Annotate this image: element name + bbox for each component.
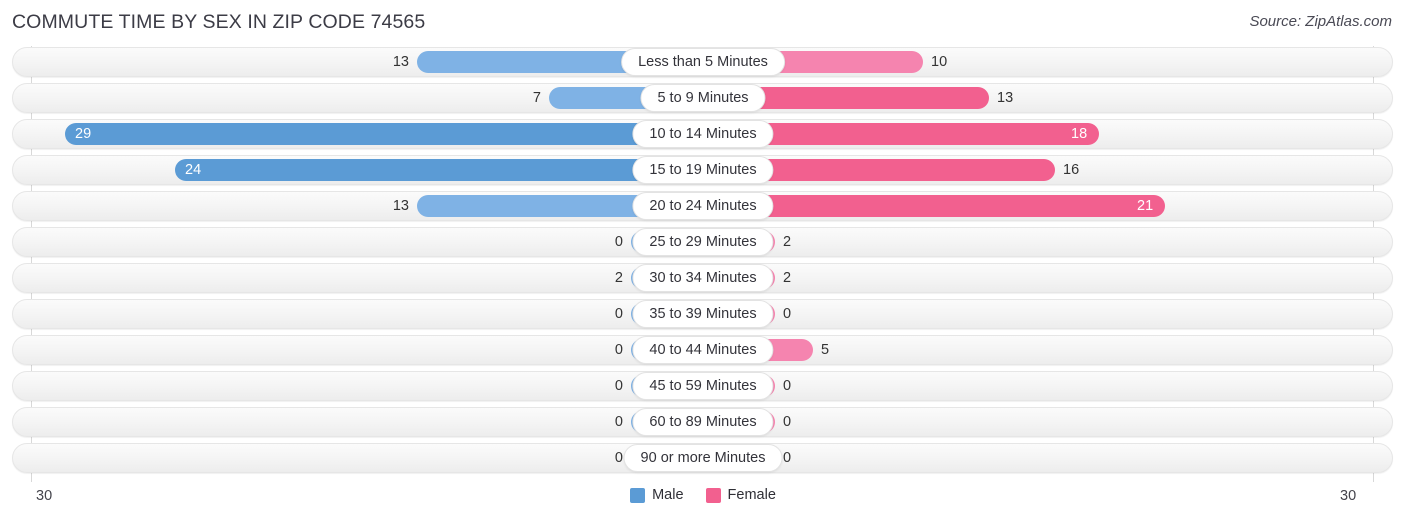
category-pill[interactable]: 30 to 34 Minutes	[632, 264, 774, 292]
bar-row: 0 0 90 or more Minutes	[0, 440, 1406, 476]
female-value-label: 13	[997, 90, 1014, 106]
page-title: COMMUTE TIME BY SEX IN ZIP CODE 74565	[12, 11, 426, 33]
legend-item[interactable]: Female	[705, 487, 776, 503]
female-value-label: 21	[1137, 198, 1154, 214]
chart-legend: Male Female	[0, 487, 1406, 503]
bar-row: 0 0 60 to 89 Minutes	[0, 404, 1406, 440]
female-value-label: 0	[783, 450, 792, 466]
chart-footer: 30 30 Male Female	[0, 482, 1406, 523]
female-value-label: 0	[783, 414, 792, 430]
category-pill[interactable]: 40 to 44 Minutes	[632, 336, 774, 364]
male-value-label: 0	[614, 234, 623, 250]
chart-root: COMMUTE TIME BY SEX IN ZIP CODE 74565 So…	[0, 0, 1406, 523]
male-bar[interactable]	[65, 123, 703, 145]
category-pill[interactable]: 45 to 59 Minutes	[632, 372, 774, 400]
bar-row: 13 21 20 to 24 Minutes	[0, 188, 1406, 224]
female-value-label: 10	[931, 54, 948, 70]
category-pill[interactable]: 10 to 14 Minutes	[632, 120, 774, 148]
legend-swatch-icon	[705, 487, 721, 503]
chart-header: COMMUTE TIME BY SEX IN ZIP CODE 74565 So…	[0, 0, 1406, 44]
bar-row: 0 0 35 to 39 Minutes	[0, 296, 1406, 332]
legend-label: Male	[652, 487, 684, 503]
category-pill[interactable]: 20 to 24 Minutes	[632, 192, 774, 220]
female-value-label: 2	[783, 270, 792, 286]
female-value-label: 0	[783, 306, 792, 322]
bar-row: 29 18 10 to 14 Minutes	[0, 116, 1406, 152]
legend-label: Female	[727, 487, 776, 503]
bar-row: 0 2 25 to 29 Minutes	[0, 224, 1406, 260]
category-pill[interactable]: 35 to 39 Minutes	[632, 300, 774, 328]
male-value-label: 13	[392, 198, 409, 214]
legend-swatch-icon	[630, 487, 646, 503]
male-value-label: 2	[614, 270, 623, 286]
female-value-label: 2	[783, 234, 792, 250]
category-pill[interactable]: 90 or more Minutes	[623, 444, 783, 472]
male-value-label: 0	[614, 378, 623, 394]
category-pill[interactable]: 5 to 9 Minutes	[640, 84, 766, 112]
bar-row: 13 10 Less than 5 Minutes	[0, 44, 1406, 80]
plot-area: 13 10 Less than 5 Minutes 7 13 5 to 9 Minutes…	[0, 44, 1406, 482]
category-pill[interactable]: Less than 5 Minutes	[621, 48, 785, 76]
female-value-label: 0	[783, 378, 792, 394]
male-value-label: 7	[532, 90, 541, 106]
female-value-label: 18	[1071, 126, 1088, 142]
category-pill[interactable]: 25 to 29 Minutes	[632, 228, 774, 256]
legend-item[interactable]: Male	[630, 487, 684, 503]
male-value-label: 0	[614, 306, 623, 322]
male-value-label: 13	[392, 54, 409, 70]
male-value-label: 0	[614, 450, 623, 466]
category-pill[interactable]: 60 to 89 Minutes	[632, 408, 774, 436]
bar-row: 0 5 40 to 44 Minutes	[0, 332, 1406, 368]
female-value-label: 16	[1063, 162, 1080, 178]
male-value-label: 24	[185, 162, 202, 178]
source-attribution: Source: ZipAtlas.com	[1249, 13, 1392, 30]
bar-row: 2 2 30 to 34 Minutes	[0, 260, 1406, 296]
female-value-label: 5	[821, 342, 830, 358]
bar-rows: 13 10 Less than 5 Minutes 7 13 5 to 9 Minutes…	[0, 44, 1406, 476]
male-value-label: 29	[75, 126, 92, 142]
male-bar[interactable]	[175, 159, 703, 181]
bar-row: 24 16 15 to 19 Minutes	[0, 152, 1406, 188]
bar-row: 0 0 45 to 59 Minutes	[0, 368, 1406, 404]
male-value-label: 0	[614, 414, 623, 430]
bar-row: 7 13 5 to 9 Minutes	[0, 80, 1406, 116]
category-pill[interactable]: 15 to 19 Minutes	[632, 156, 774, 184]
male-value-label: 0	[614, 342, 623, 358]
